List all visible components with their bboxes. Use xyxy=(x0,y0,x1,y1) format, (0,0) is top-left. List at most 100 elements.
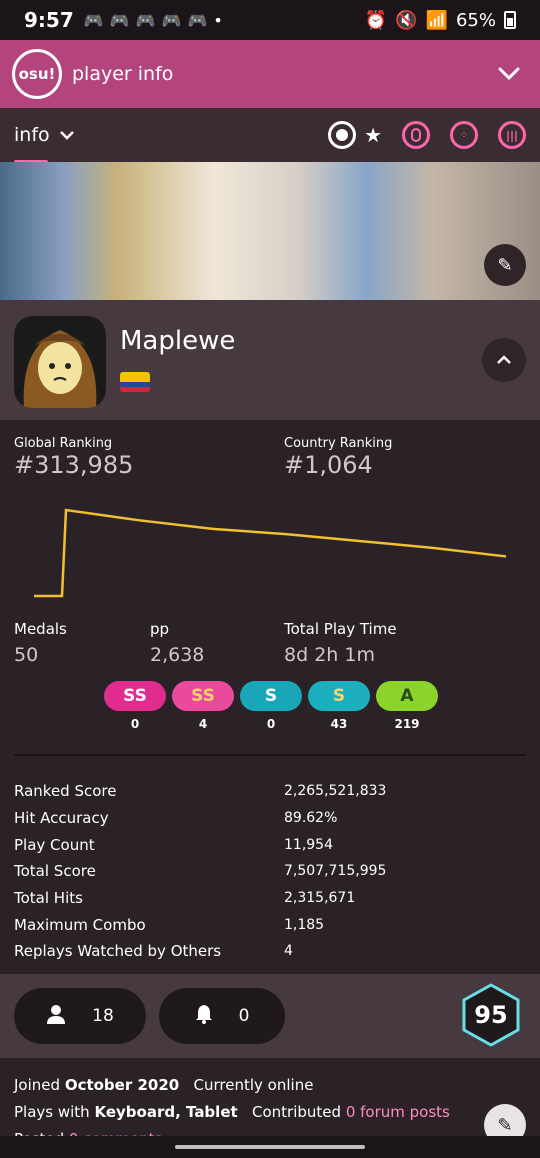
mute-icon: 🔇 xyxy=(395,9,418,31)
detail-row: Total Hits 2,315,671 xyxy=(14,885,526,912)
osu-standard-icon[interactable] xyxy=(328,121,357,149)
taiko-icon[interactable] xyxy=(402,121,430,149)
user-icon xyxy=(46,1004,66,1029)
detail-row: Total Score 7,507,715,995 xyxy=(14,858,526,885)
detail-key: Play Count xyxy=(14,835,95,854)
grade-count: 0 xyxy=(266,717,276,731)
rank-line xyxy=(34,508,507,598)
rank-history-chart[interactable] xyxy=(14,496,526,616)
playtime-value: 8d 2h 1m xyxy=(284,644,375,666)
grade-ss: SS 4 xyxy=(172,681,234,731)
medals-label: Medals xyxy=(14,620,67,638)
dot-icon: • xyxy=(213,10,223,30)
alarm-icon: ⏰ xyxy=(364,9,388,31)
detail-key: Hit Accuracy xyxy=(14,809,109,828)
chevron-down-icon[interactable] xyxy=(498,62,520,87)
grade-sh: S 0 xyxy=(240,681,302,731)
wifi-icon: 📶 xyxy=(425,9,448,31)
game-icon: 🎮 xyxy=(135,10,156,30)
system-nav-bar xyxy=(0,1136,540,1158)
pencil-icon: ✎ xyxy=(497,1114,513,1136)
status-time: 9:57 xyxy=(24,8,74,32)
mania-icon[interactable]: ||| xyxy=(498,121,526,149)
country-ranking-label: Country Ranking xyxy=(284,436,393,451)
chevron-down-icon xyxy=(59,130,74,140)
contributed-label: Contributed xyxy=(251,1103,342,1121)
grade-badge: A xyxy=(376,681,438,711)
global-ranking: Global Ranking #313,985 xyxy=(14,436,133,479)
app-bar: osu! player info xyxy=(0,40,540,108)
global-ranking-label: Global Ranking xyxy=(14,436,113,451)
online-status: Currently online xyxy=(193,1076,314,1094)
country-flag[interactable] xyxy=(120,372,150,392)
grade-badge: SS xyxy=(104,681,166,711)
divider xyxy=(14,754,526,756)
chevron-up-icon xyxy=(497,355,511,364)
grade-badge: S xyxy=(308,681,370,711)
action-bar: 18 0 95 xyxy=(0,974,540,1058)
profile-cover-image xyxy=(0,162,540,300)
notification-icons: 🎮 🎮 🎮 🎮 🎮 • xyxy=(84,11,223,30)
pp-label: pp xyxy=(150,620,170,638)
medals-block: Medals 50 xyxy=(14,620,67,666)
detail-value: 2,265,521,833 xyxy=(284,783,387,800)
battery-percent: 65% xyxy=(455,9,496,31)
detail-row: Ranked Score 2,265,521,833 xyxy=(14,778,526,805)
detail-row: Play Count 11,954 xyxy=(14,831,526,858)
detail-row: Hit Accuracy 89.62% xyxy=(14,805,526,832)
status-right: ⏰ 🔇 📶 65% xyxy=(365,10,516,31)
followers-button[interactable]: 18 xyxy=(14,988,146,1044)
level-value: 95 xyxy=(474,1001,508,1029)
tab-row: info ★ ⁘ ||| xyxy=(0,108,540,164)
grade-badge: SS xyxy=(172,681,234,711)
detail-key: Replays Watched by Others xyxy=(14,942,222,961)
playtime-label: Total Play Time xyxy=(284,620,397,638)
grade-count: 0 xyxy=(130,717,140,731)
detail-value: 89.62% xyxy=(284,810,338,827)
plays-with-label: Plays with xyxy=(14,1103,90,1121)
detail-value: 7,507,715,995 xyxy=(284,863,387,880)
edit-cover-button[interactable]: ✎ xyxy=(484,244,526,286)
grade-count: 43 xyxy=(330,717,348,731)
bell-icon xyxy=(195,1004,213,1029)
star-icon: ★ xyxy=(364,123,382,147)
tab-info-label: info xyxy=(14,124,50,146)
grade-a: A 219 xyxy=(376,681,438,731)
game-icon: 🎮 xyxy=(83,10,104,30)
medals-value: 50 xyxy=(14,644,39,666)
collapse-button[interactable] xyxy=(482,338,526,382)
pp-block: pp 2,638 xyxy=(150,620,204,666)
playtime-block: Total Play Time 8d 2h 1m xyxy=(284,620,397,666)
plays-with-value: Keyboard, Tablet xyxy=(94,1103,238,1121)
joined-line: Joined October 2020 Currently online xyxy=(14,1072,526,1099)
profile-header: Maplewe xyxy=(0,300,540,420)
detail-row: Replays Watched by Others 4 xyxy=(14,938,526,965)
forum-posts-link[interactable]: 0 forum posts xyxy=(346,1103,450,1121)
battery-icon xyxy=(504,11,516,29)
grade-badge: S xyxy=(240,681,302,711)
game-icon: 🎮 xyxy=(187,10,208,30)
stats-section: Global Ranking #313,985 Country Ranking … xyxy=(0,420,540,974)
osu-logo[interactable]: osu! xyxy=(12,49,62,99)
level-badge: 95 xyxy=(458,982,524,1048)
followers-count: 18 xyxy=(92,1006,114,1026)
subscribers-count: 0 xyxy=(238,1006,250,1026)
detail-value: 11,954 xyxy=(284,836,333,853)
grade-ssh: SS 0 xyxy=(104,681,166,731)
detail-value: 2,315,671 xyxy=(284,890,356,907)
pp-value: 2,638 xyxy=(150,644,205,666)
mapping-subscribers-button[interactable]: 0 xyxy=(159,988,285,1044)
avatar[interactable] xyxy=(14,316,106,408)
grade-count: 219 xyxy=(394,717,420,731)
detail-key: Maximum Combo xyxy=(14,915,146,934)
plays-with-line: Plays with Keyboard, Tablet Contributed … xyxy=(14,1099,526,1126)
pencil-icon: ✎ xyxy=(497,254,513,276)
mode-selector: ★ ⁘ ||| xyxy=(328,121,526,149)
catch-icon[interactable]: ⁘ xyxy=(450,121,478,149)
country-ranking-value: #1,064 xyxy=(284,451,373,479)
home-indicator[interactable] xyxy=(175,1145,365,1149)
app-title: player info xyxy=(72,63,174,85)
detail-row: Maximum Combo 1,185 xyxy=(14,911,526,938)
tab-info[interactable]: info xyxy=(14,124,74,164)
detail-key: Ranked Score xyxy=(14,782,117,801)
